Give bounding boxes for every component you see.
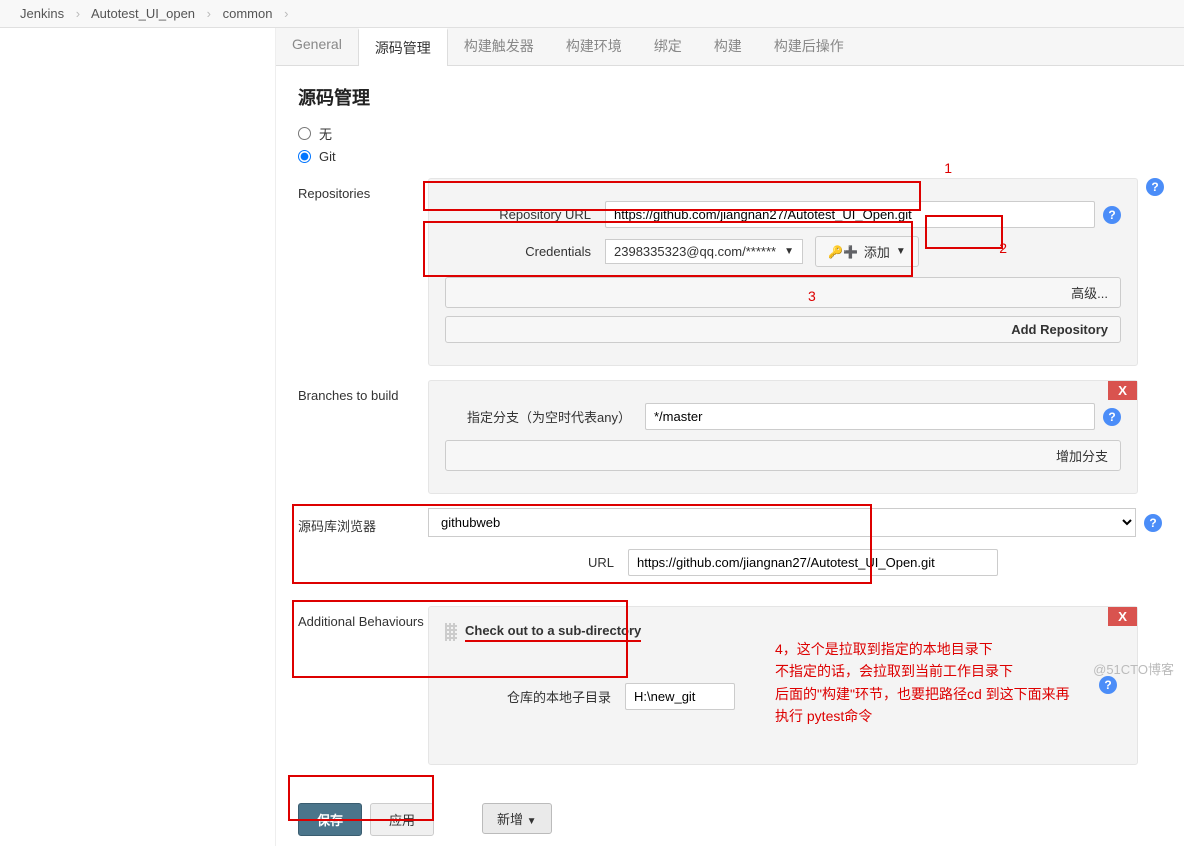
tab-scm[interactable]: 源码管理 (358, 28, 448, 66)
chevron-right-icon: › (207, 6, 211, 21)
tab-build[interactable]: 构建 (698, 28, 758, 65)
add-credential-label: 添加 (864, 242, 890, 261)
browser-select[interactable]: githubweb (428, 508, 1136, 537)
browser-url-input[interactable] (628, 549, 998, 576)
browser-url-label: URL (428, 555, 628, 570)
save-button[interactable]: 保存 (298, 803, 362, 836)
tab-general[interactable]: General (276, 28, 358, 65)
tab-env[interactable]: 构建环境 (550, 28, 638, 65)
drag-handle-icon[interactable] (445, 623, 457, 641)
help-icon[interactable]: ? (1103, 206, 1121, 224)
help-icon[interactable]: ? (1099, 676, 1117, 694)
subdir-input[interactable] (625, 683, 735, 710)
breadcrumb-item[interactable]: Jenkins (20, 6, 64, 21)
config-tabs: General 源码管理 构建触发器 构建环境 绑定 构建 构建后操作 (276, 28, 1184, 66)
add-credential-button[interactable]: 🔑➕ 添加 ▼ (815, 236, 919, 267)
scm-none-label: 无 (319, 124, 332, 143)
repo-url-input[interactable] (605, 201, 1095, 228)
credentials-value: 2398335323@qq.com/****** (614, 244, 776, 259)
subdir-label: 仓库的本地子目录 (445, 687, 625, 706)
breadcrumb-item[interactable]: common (223, 6, 273, 21)
credentials-select[interactable]: 2398335323@qq.com/****** ▼ (605, 239, 803, 264)
delete-behaviour-button[interactable]: X (1108, 607, 1137, 626)
scm-none-radio[interactable] (298, 127, 311, 140)
chevron-right-icon: › (284, 6, 288, 21)
add-branch-button[interactable]: 增加分支 (445, 440, 1121, 471)
add-repository-button[interactable]: Add Repository (445, 316, 1121, 343)
watermark: @51CTO博客 (1093, 659, 1174, 678)
tab-triggers[interactable]: 构建触发器 (448, 28, 550, 65)
tab-bindings[interactable]: 绑定 (638, 28, 698, 65)
branch-spec-label: 指定分支（为空时代表any） (445, 407, 645, 426)
caret-down-icon: ▼ (527, 816, 537, 827)
annotation-note: 4，这个是拉取到指定的本地目录下 不指定的话，会拉取到当前工作目录下 后面的"构… (775, 638, 1070, 728)
credentials-label: Credentials (445, 244, 605, 259)
delete-branch-button[interactable]: X (1108, 381, 1137, 400)
chevron-right-icon: › (76, 6, 80, 21)
scm-git-radio[interactable] (298, 150, 311, 163)
caret-down-icon: ▼ (784, 246, 794, 257)
tab-postbuild[interactable]: 构建后操作 (758, 28, 860, 65)
scm-git-label: Git (319, 149, 336, 164)
left-sidebar (0, 28, 275, 846)
help-icon[interactable]: ? (1146, 178, 1164, 196)
add-behaviour-button[interactable]: 新增 ▼ (482, 803, 552, 834)
branches-label: Branches to build (298, 380, 428, 494)
help-icon[interactable]: ? (1144, 514, 1162, 532)
apply-button[interactable]: 应用 (370, 803, 434, 836)
advanced-button[interactable]: 高级... (445, 277, 1121, 308)
section-title: 源码管理 (298, 84, 1162, 110)
branch-spec-input[interactable] (645, 403, 1095, 430)
key-icon: 🔑➕ (828, 245, 858, 259)
behaviours-label: Additional Behaviours (298, 606, 428, 765)
breadcrumb: Jenkins › Autotest_UI_open › common › (0, 0, 1184, 28)
repo-url-label: Repository URL (445, 207, 605, 222)
help-icon[interactable]: ? (1103, 408, 1121, 426)
caret-down-icon: ▼ (896, 246, 906, 257)
breadcrumb-item[interactable]: Autotest_UI_open (91, 6, 195, 21)
repositories-label: Repositories (298, 178, 428, 366)
browser-label: 源码库浏览器 (298, 508, 428, 584)
behaviour-item-title: Check out to a sub-directory (465, 621, 641, 642)
